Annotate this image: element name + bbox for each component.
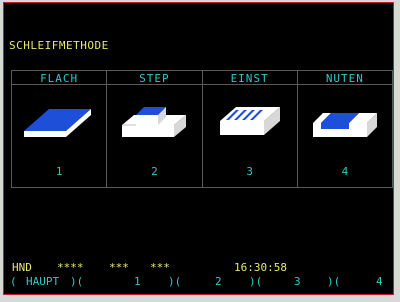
- softkey-1[interactable]: 1: [134, 275, 141, 288]
- softkey-haupt[interactable]: HAUPT: [26, 275, 59, 288]
- method-number: 2: [151, 165, 158, 178]
- softkey-bar: ( HAUPT )( 1 )( 2 )( 3 )( 4: [9, 275, 389, 288]
- header-divider: [107, 84, 202, 85]
- cnc-screen: SCHLEIFMETHODE FLACH 1 STEP 2 EINST 3 NU…: [3, 2, 394, 295]
- softkey-bracket: (: [10, 275, 17, 288]
- page-title: SCHLEIFMETHODE: [9, 39, 109, 52]
- header-divider: [202, 84, 297, 85]
- softkey-separator: )(: [70, 275, 84, 288]
- method-einst[interactable]: EINST 3: [202, 71, 298, 187]
- softkey-separator: )(: [249, 275, 263, 288]
- softkey-separator: )(: [327, 275, 341, 288]
- method-step[interactable]: STEP 2: [107, 71, 203, 187]
- step-grinding-icon: [107, 91, 201, 151]
- status-stars-3: ***: [150, 261, 170, 274]
- clock: 16:30:58: [234, 261, 287, 274]
- method-number: 3: [246, 165, 253, 178]
- header-divider: [297, 84, 392, 85]
- softkey-2[interactable]: 2: [215, 275, 222, 288]
- method-number: 1: [55, 165, 63, 178]
- status-stars-1: ****: [57, 261, 84, 274]
- status-line: HND **** *** *** 16:30:58: [9, 261, 389, 274]
- method-flach[interactable]: FLACH 1: [12, 71, 108, 187]
- plunge-grinding-icon: [203, 91, 297, 151]
- softkey-separator: )(: [168, 275, 182, 288]
- header-divider: [12, 84, 107, 85]
- softkey-4[interactable]: 4: [376, 275, 383, 288]
- method-selection-grid: FLACH 1 STEP 2 EINST 3 NUTEN 4: [11, 70, 393, 188]
- slot-grinding-icon: [298, 91, 392, 151]
- softkey-3[interactable]: 3: [294, 275, 301, 288]
- flat-grinding-icon: [12, 91, 106, 151]
- method-nuten[interactable]: NUTEN 4: [297, 71, 392, 187]
- mode-indicator: HND: [12, 261, 32, 274]
- method-number: 4: [341, 165, 349, 178]
- status-stars-2: ***: [109, 261, 129, 274]
